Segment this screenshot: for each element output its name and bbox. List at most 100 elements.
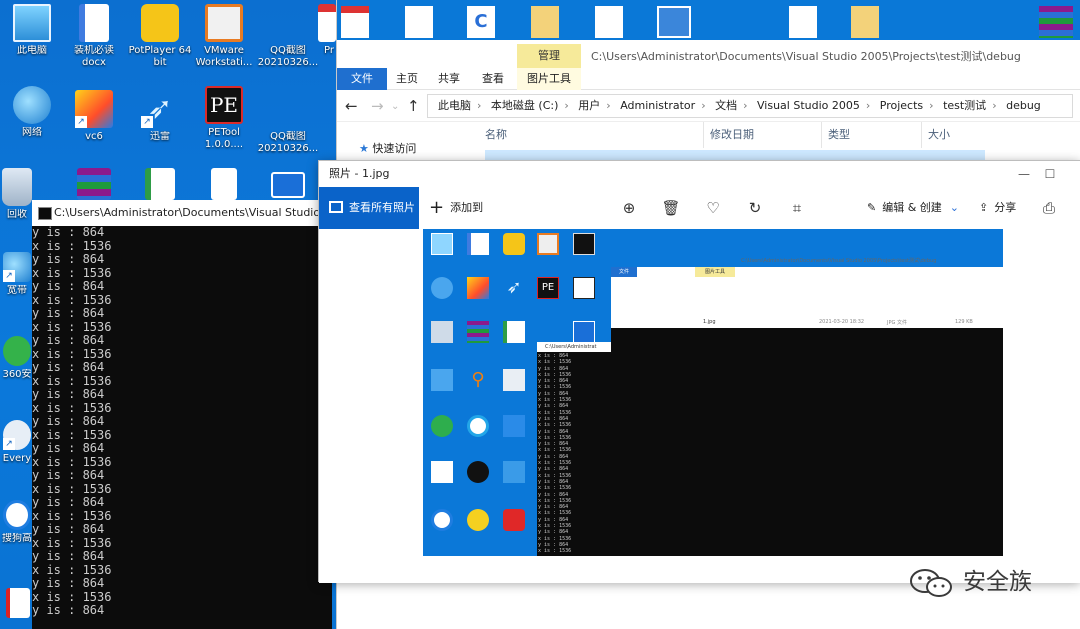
desktop-icon-winrar[interactable] — [62, 168, 126, 203]
nav-quick-access[interactable]: ★ 快速访问 — [359, 140, 416, 156]
crop-icon[interactable]: ⌗ — [787, 198, 807, 218]
edit-create-button[interactable]: ✎ 编辑 & 创建 ⌄ — [867, 187, 959, 229]
ie-icon — [431, 415, 453, 437]
edit-icon: ✎ — [867, 201, 877, 214]
desktop-icon-sheet[interactable] — [128, 168, 192, 203]
desktop-icon-vmware[interactable]: VMware Workstati... — [192, 4, 256, 69]
inner-console-line: x is : 1536 — [538, 535, 572, 542]
desktop-icon-thunder[interactable]: ➶ 迅雷 — [128, 90, 192, 143]
computer-icon — [431, 233, 453, 255]
folder-icon[interactable] — [531, 6, 559, 38]
tab-home[interactable]: 主页 — [387, 68, 427, 90]
view-all-photos-button[interactable]: 查看所有照片 — [319, 187, 419, 229]
console-line: y is : 864 — [32, 360, 105, 374]
desktop-icon-video[interactable] — [256, 172, 320, 201]
petool-icon: PE — [537, 277, 559, 299]
desktop-icon-qq-screenshot-2[interactable]: QQ截图 20210326... — [256, 90, 411, 155]
displayed-image: ➶ PE ⚲ 文件 图片工具 C:\Users\Administrator\Do… — [423, 229, 1003, 556]
inner-black-area — [611, 328, 1003, 556]
minimize-icon[interactable]: — — [1017, 167, 1031, 181]
console-line: y is : 864 — [32, 495, 105, 509]
pen-icon — [503, 415, 525, 437]
tab-view[interactable]: 查看 — [473, 68, 513, 90]
desktop-icon-petool[interactable]: PE PETool 1.0.0.... — [192, 86, 256, 151]
desktop-icon-docx[interactable]: 装机必读 docx — [62, 4, 126, 69]
desktop-icon-this-pc[interactable]: 此电脑 — [0, 4, 64, 57]
inner-console-output: x is : 864 x is : 1536 y is : 864 x is : 15… — [538, 353, 571, 555]
360-icon — [3, 336, 31, 366]
star-icon: ★ — [359, 142, 369, 155]
maximize-icon[interactable]: ☐ — [1043, 167, 1057, 181]
console-window: C:\Users\Administrator\Documents\Visual … — [32, 200, 332, 629]
window-icon[interactable] — [657, 6, 691, 38]
inner-console-line: y is : 864 — [538, 529, 569, 536]
photos-window: 照片 - 1.jpg — ☐ 查看所有照片 + 添加到 ⊕ 🗑 ♡ ↻ ⌗ ✎ 编辑… — [318, 160, 1080, 583]
wechat-icon — [910, 568, 952, 597]
desktop-icon-sogou[interactable]: 搜狗高 — [0, 500, 34, 545]
desktop-icon-360[interactable]: 360安 — [0, 336, 34, 381]
desktop-icon-network[interactable]: 网络 — [0, 86, 64, 139]
desktop-icon-recycle-bin[interactable]: 回收 — [0, 168, 34, 221]
network-icon — [13, 86, 51, 124]
print-icon[interactable]: ⎙ — [1039, 198, 1059, 218]
console-title: C:\Users\Administrator\Documents\Visual … — [32, 200, 332, 226]
plus-icon: + — [429, 197, 445, 218]
back-arrow-icon[interactable]: ← — [345, 97, 358, 115]
blank-file-icon[interactable] — [789, 6, 817, 38]
breadcrumb-item[interactable]: 文档 — [715, 99, 737, 112]
edit-create-label: 编辑 & 创建 — [882, 201, 942, 214]
recycle-bin-icon — [2, 168, 32, 206]
address-box[interactable]: 此电脑 › 本地磁盘 (C:) › 用户 › Administrator › 文档 › V… — [427, 94, 1073, 118]
tab-file[interactable]: 文件 — [337, 68, 387, 90]
desktop-icon-bottom[interactable] — [4, 588, 32, 621]
address-bar-row: ← → ⌄ ↑ 此电脑 › 本地磁盘 (C:) › 用户 › Administrato… — [337, 90, 1080, 122]
breadcrumb-item[interactable]: debug — [1006, 99, 1041, 112]
picture-icon — [329, 201, 343, 213]
rotate-icon[interactable]: ↻ — [745, 198, 765, 218]
file-icon — [503, 369, 525, 391]
breadcrumb-item[interactable]: test测试 — [943, 99, 986, 112]
console-line: y is : 864 — [32, 279, 105, 293]
desktop-icon-potplayer[interactable]: PotPlayer 64 bit — [128, 4, 192, 69]
blank-file-icon[interactable] — [595, 6, 623, 38]
sogou-icon — [431, 509, 453, 531]
breadcrumb-item[interactable]: 此电脑 — [438, 99, 471, 112]
inner-console-line: x is : 1536 — [538, 447, 572, 454]
forward-arrow-icon[interactable]: → — [371, 97, 384, 115]
desktop-icon-vc6[interactable]: vc6 — [62, 90, 126, 143]
zoom-icon[interactable]: ⊕ — [619, 198, 639, 218]
heart-icon[interactable]: ♡ — [703, 198, 723, 218]
breadcrumb-item[interactable]: 本地磁盘 (C:) — [491, 99, 558, 112]
winrar-icon[interactable] — [1039, 6, 1073, 38]
breadcrumb-item[interactable]: Administrator — [620, 99, 695, 112]
breadcrumb-item[interactable]: Projects — [880, 99, 923, 112]
network-icon — [431, 277, 453, 299]
tab-picture-tools[interactable]: 图片工具 — [517, 68, 581, 90]
column-size[interactable]: 大小 — [921, 122, 991, 148]
delete-icon[interactable]: 🗑 — [661, 198, 681, 218]
pdf-file-icon[interactable] — [341, 6, 369, 38]
column-name[interactable]: 名称 — [485, 122, 705, 148]
blank-file-icon[interactable] — [405, 6, 433, 38]
desktop-icon-pdf[interactable]: Pr — [318, 4, 336, 57]
desktop-icon-broadband[interactable]: 宽带 — [0, 252, 34, 297]
column-date[interactable]: 修改日期 — [703, 122, 821, 148]
console-line: x is : 1536 — [32, 292, 112, 307]
breadcrumb-item[interactable]: Visual Studio 2005 — [757, 99, 860, 112]
column-type[interactable]: 类型 — [821, 122, 921, 148]
folder-icon[interactable] — [851, 6, 879, 38]
petool-icon: PE — [205, 86, 243, 124]
console-line: y is : 864 — [32, 603, 105, 617]
tab-share[interactable]: 共享 — [429, 68, 469, 90]
up-arrow-icon[interactable]: ↑ — [407, 97, 420, 115]
desktop-icon-file[interactable] — [192, 168, 256, 203]
share-button[interactable]: ⇪ 分享 — [979, 187, 1016, 229]
c-source-icon[interactable]: C — [467, 6, 495, 38]
chevron-down-icon[interactable]: ⌄ — [391, 101, 399, 112]
desktop-icon-everything[interactable]: Every — [0, 420, 34, 465]
inner-console-line: y is : 864 — [538, 466, 569, 473]
add-to-button[interactable]: + 添加到 — [429, 187, 483, 229]
breadcrumb-item[interactable]: 用户 — [578, 99, 600, 112]
manage-tab[interactable]: 管理 — [517, 44, 581, 68]
desktop-icon-qq-screenshot-1[interactable]: QQ截图 20210326... — [256, 4, 411, 69]
